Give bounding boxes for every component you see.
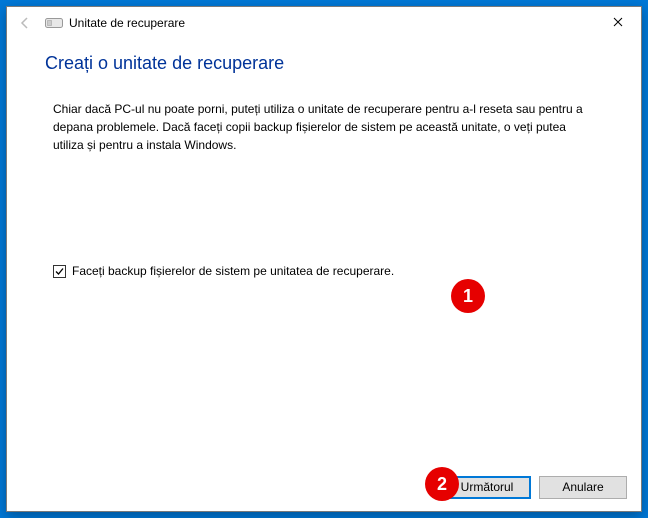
footer: Următorul Anulare bbox=[7, 463, 641, 511]
page-heading: Creați o unitate de recuperare bbox=[45, 53, 603, 74]
content-area: Creați o unitate de recuperare Chiar dac… bbox=[7, 39, 641, 463]
cancel-button[interactable]: Anulare bbox=[539, 476, 627, 499]
description-text: Chiar dacă PC-ul nu poate porni, puteți … bbox=[53, 100, 583, 154]
backup-checkbox-row[interactable]: Faceți backup fișierelor de sistem pe un… bbox=[53, 264, 603, 278]
close-button[interactable] bbox=[595, 7, 641, 37]
back-button[interactable] bbox=[13, 11, 37, 35]
window-title: Unitate de recuperare bbox=[69, 16, 185, 30]
backup-checkbox[interactable] bbox=[53, 265, 66, 278]
recovery-drive-wizard-window: Unitate de recuperare Creați o unitate d… bbox=[6, 6, 642, 512]
next-button[interactable]: Următorul bbox=[443, 476, 531, 499]
titlebar: Unitate de recuperare bbox=[7, 7, 641, 39]
backup-checkbox-label: Faceți backup fișierelor de sistem pe un… bbox=[72, 264, 394, 278]
drive-icon bbox=[45, 17, 63, 29]
